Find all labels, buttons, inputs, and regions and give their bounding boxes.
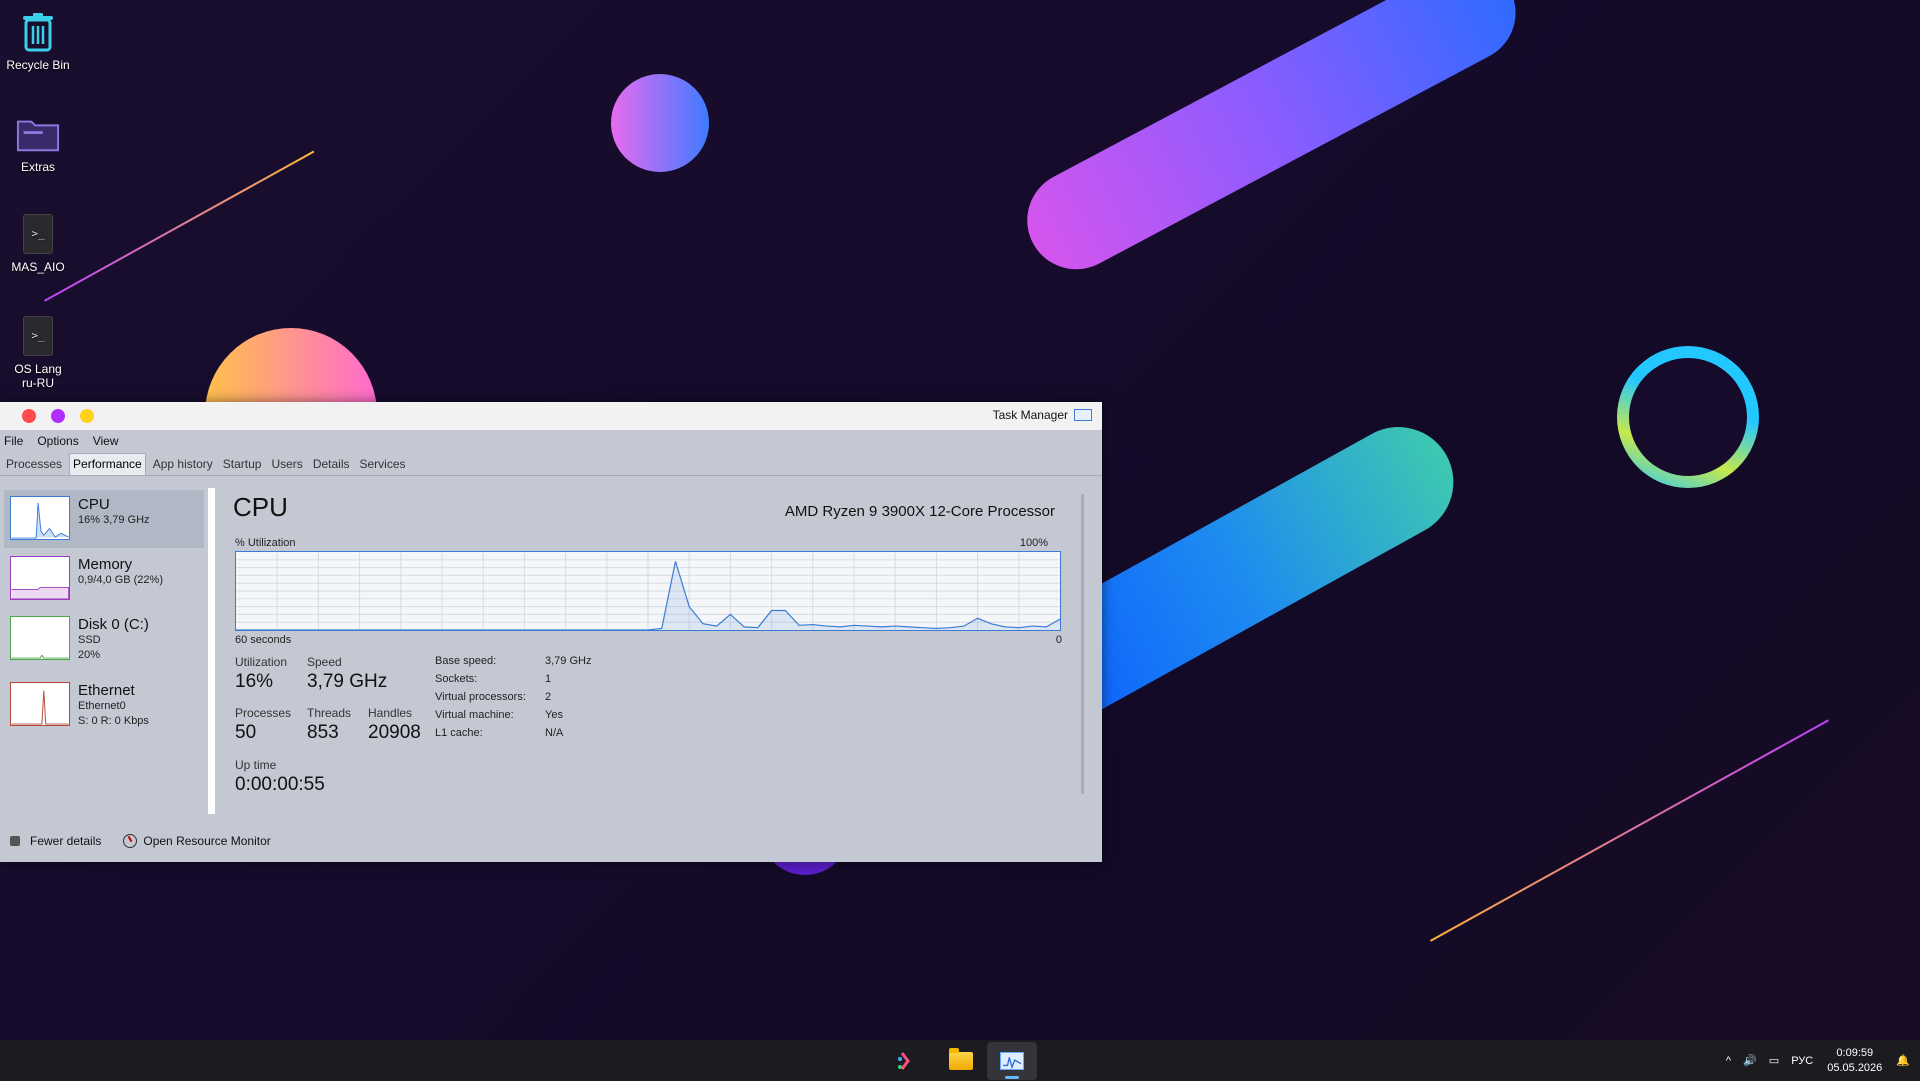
desktop-icon-recycle-bin[interactable]: Recycle Bin: [0, 10, 76, 72]
menu-view[interactable]: View: [93, 434, 119, 448]
start-button[interactable]: [882, 1042, 932, 1080]
footer: Fewer details Open Resource Monitor: [0, 826, 1102, 856]
desktop-icon-label: Recycle Bin: [6, 58, 70, 72]
close-button[interactable]: [22, 409, 36, 423]
desktop-icon-os-lang[interactable]: >_ OS Lang ru-RU: [0, 314, 76, 390]
tab-startup[interactable]: Startup: [220, 454, 265, 475]
sidebar-item-detail: 0,9/4,0 GB (22%): [78, 574, 163, 586]
task-manager-icon: [1074, 409, 1092, 421]
stat-threads: Threads 853: [307, 706, 352, 743]
desktop-icon-extras[interactable]: Extras: [0, 112, 76, 174]
minimize-button[interactable]: [51, 409, 65, 423]
cpu-properties: Base speed: 3,79 GHz Sockets: 1 Virtual pr…: [435, 655, 591, 745]
menu-bar: File Options View: [0, 430, 1102, 452]
page-title: CPU: [233, 492, 288, 522]
pane-divider[interactable]: [208, 488, 215, 814]
prop-row: L1 cache: N/A: [435, 727, 564, 739]
notification-icon[interactable]: 🔔: [1896, 1054, 1910, 1067]
prop-row: Virtual processors: 2: [435, 691, 552, 703]
script-icon: >_: [16, 212, 60, 256]
sidebar-item-detail: 20%: [78, 649, 101, 661]
tab-bar: Processes Performance App history Startu…: [0, 452, 1102, 476]
memory-mini-graph: [10, 556, 70, 600]
cpu-mini-graph: [10, 496, 70, 540]
cpu-detail-pane: CPU AMD Ryzen 9 3900X 12-Core Processor …: [216, 486, 1090, 816]
sidebar-item-detail: SSD: [78, 634, 101, 646]
sidebar-item-label: Memory: [78, 556, 133, 573]
sidebar-item-memory[interactable]: Memory 0,9/4,0 GB (22%): [4, 550, 204, 608]
start-icon: [898, 1052, 910, 1070]
tab-performance[interactable]: Performance: [69, 453, 146, 475]
sidebar-item-label: CPU: [78, 496, 110, 513]
desktop-icon-label: Extras: [20, 160, 55, 174]
desktop-icon-mas-aio[interactable]: >_ MAS_AIO: [0, 212, 76, 274]
resource-monitor-icon: [123, 834, 138, 848]
menu-options[interactable]: Options: [37, 434, 78, 448]
sidebar: CPU 16% 3,79 GHz Memory 0,9/4,0 GB (22%)…: [0, 486, 206, 816]
file-explorer-button[interactable]: [936, 1042, 986, 1080]
wallpaper-pill-purple: [1010, 0, 1533, 287]
clock[interactable]: 0:09:59 05.05.2026: [1827, 1046, 1882, 1076]
cpu-model: AMD Ryzen 9 3900X 12-Core Processor: [784, 503, 1055, 520]
wallpaper-line: [44, 150, 315, 302]
chart-x-label: 60 seconds: [235, 634, 292, 646]
desktop-icon-label: OS Lang ru-RU: [14, 362, 62, 390]
chevron-up-icon[interactable]: [10, 836, 20, 846]
clock-date: 05.05.2026: [1827, 1061, 1883, 1074]
sidebar-item-ethernet[interactable]: Ethernet Ethernet0 S: 0 R: 0 Kbps: [4, 676, 204, 734]
window-title: Task Manager: [993, 408, 1092, 422]
maximize-button[interactable]: [80, 409, 94, 423]
folder-icon: [16, 112, 60, 156]
sidebar-item-label: Ethernet: [78, 682, 135, 699]
stat-speed: Speed 3,79 GHz: [307, 655, 388, 692]
tab-app-history[interactable]: App history: [150, 454, 216, 475]
script-icon: >_: [16, 314, 60, 358]
clock-time: 0:09:59: [1836, 1046, 1874, 1059]
system-tray: ^ 🔊 ▭ РУС 0:09:59 05.05.2026 🔔: [1720, 1040, 1920, 1081]
tab-processes[interactable]: Processes: [3, 454, 65, 475]
recycle-bin-icon: [16, 10, 60, 54]
wallpaper-ring: [1617, 346, 1759, 488]
task-manager-taskbar-button[interactable]: [987, 1042, 1037, 1080]
language-indicator[interactable]: РУС: [1791, 1055, 1813, 1067]
file-explorer-icon: [949, 1048, 973, 1070]
sidebar-item-disk[interactable]: Disk 0 (C:) SSD 20%: [4, 610, 204, 668]
ethernet-mini-graph: [10, 682, 70, 726]
fewer-details-link[interactable]: Fewer details: [30, 834, 101, 848]
chart-y-label: % Utilization: [235, 537, 296, 549]
scrollbar[interactable]: [1081, 494, 1084, 794]
chart-y-min: 0: [1055, 634, 1062, 646]
cpu-utilization-chart: [235, 551, 1061, 631]
stat-uptime: Up time 0:00:00:55: [235, 758, 325, 795]
volume-icon[interactable]: 🔊: [1743, 1054, 1757, 1067]
network-icon[interactable]: ▭: [1769, 1054, 1779, 1067]
menu-file[interactable]: File: [4, 434, 23, 448]
wallpaper-circle: [611, 74, 709, 172]
chart-y-max: 100%: [1019, 537, 1048, 549]
desktop-icon-label: MAS_AIO: [11, 260, 65, 274]
disk-mini-graph: [10, 616, 70, 660]
sidebar-item-detail: Ethernet0: [78, 700, 126, 712]
sidebar-item-cpu[interactable]: CPU 16% 3,79 GHz: [4, 490, 204, 548]
taskbar: ^ 🔊 ▭ РУС 0:09:59 05.05.2026 🔔: [0, 1040, 1920, 1081]
task-manager-icon: [1000, 1052, 1024, 1070]
prop-row: Sockets: 1: [435, 673, 552, 685]
tab-services[interactable]: Services: [357, 454, 409, 475]
open-resource-monitor-link[interactable]: Open Resource Monitor: [143, 834, 270, 848]
prop-row: Virtual machine: Yes: [435, 709, 563, 721]
sidebar-item-detail: S: 0 R: 0 Kbps: [78, 715, 149, 727]
sidebar-item-label: Disk 0 (C:): [78, 616, 149, 633]
tab-users[interactable]: Users: [268, 454, 305, 475]
sidebar-item-detail: 16% 3,79 GHz: [78, 514, 150, 526]
task-manager-window: Task Manager File Options View Processes…: [0, 402, 1102, 862]
stat-handles: Handles 20908: [368, 706, 421, 743]
wallpaper-line: [1430, 719, 1829, 942]
prop-row: Base speed: 3,79 GHz: [435, 655, 592, 667]
stat-utilization: Utilization 16%: [235, 655, 288, 692]
title-bar[interactable]: Task Manager: [0, 402, 1102, 430]
stat-processes: Processes 50: [235, 706, 292, 743]
chevron-up-icon[interactable]: ^: [1726, 1055, 1731, 1067]
tab-details[interactable]: Details: [310, 454, 353, 475]
